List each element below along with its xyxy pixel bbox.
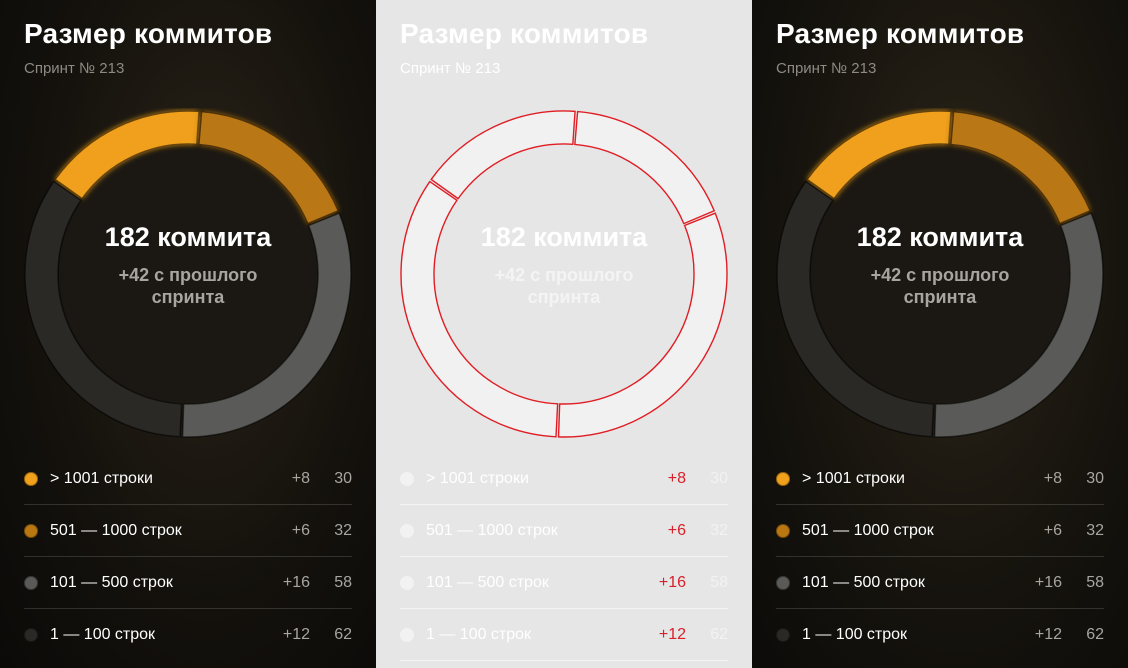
legend-label: > 1001 строки [50, 469, 153, 487]
legend-item: 1 — 100 строк +12 62 [400, 609, 728, 661]
chart-panel-dark-right: Размер коммитов Спринт № 213 182 коммита… [752, 0, 1128, 668]
legend-item: 501 — 1000 строк +6 32 [776, 505, 1104, 557]
legend-dot-icon [24, 471, 38, 486]
legend-item: 501 — 1000 строк +6 32 [24, 505, 352, 557]
total-delta: +42 с прошлого спринта [870, 264, 1010, 307]
legend-item: 1 — 100 строк +12 62 [776, 609, 1104, 661]
legend-delta: +8 [1043, 469, 1062, 487]
legend-item: 501 — 1000 строк +6 32 [400, 505, 728, 557]
donut-center: 182 коммита +42 с прошлого спринта [24, 108, 352, 440]
legend-count: 58 [334, 573, 352, 591]
legend-item: > 1001 строки +8 30 [776, 453, 1104, 505]
legend-label: 501 — 1000 строк [802, 521, 934, 539]
legend-item: 101 — 500 строк +16 58 [24, 557, 352, 609]
legend-dot-icon [400, 523, 414, 538]
chart-subtitle: Спринт № 213 [400, 60, 501, 77]
legend-dot-icon [24, 628, 38, 642]
chart-subtitle: Спринт № 213 [776, 60, 877, 77]
donut-center: 182 коммита +42 с прошлого спринта [400, 108, 728, 440]
legend-delta: +12 [658, 625, 686, 643]
legend-label: 101 — 500 строк [426, 573, 549, 591]
chart-panel-dark-left: Размер коммитов Спринт № 213 182 коммита… [0, 0, 376, 668]
legend-dot-icon [400, 471, 414, 486]
legend-item: 101 — 500 строк +16 58 [776, 557, 1104, 609]
legend-item: > 1001 строки +8 30 [24, 453, 352, 505]
legend-item: > 1001 строки +8 30 [400, 453, 728, 505]
legend-delta: +6 [1043, 521, 1062, 539]
total-delta: +42 с прошлого спринта [118, 264, 258, 307]
legend-count: 30 [710, 469, 728, 487]
legend-delta: +8 [667, 469, 686, 487]
donut-center: 182 коммита +42 с прошлого спринта [776, 108, 1104, 440]
legend-count: 58 [710, 573, 728, 591]
legend-delta: +8 [291, 469, 310, 487]
legend-delta: +12 [1034, 626, 1062, 643]
legend-label: 1 — 100 строк [426, 625, 532, 643]
chart-title: Размер коммитов [24, 18, 273, 49]
total-delta: +42 с прошлого спринта [494, 264, 634, 307]
legend: > 1001 строки +8 30 501 — 1000 строк +6 32 101… [24, 453, 352, 661]
legend-delta: +16 [1034, 573, 1062, 591]
legend-dot-icon [776, 628, 790, 642]
total-commits: 182 коммита [104, 221, 272, 252]
legend-delta: +6 [291, 521, 310, 539]
legend-count: 62 [710, 625, 728, 643]
legend-item: 101 — 500 строк +16 58 [400, 557, 728, 609]
legend-dot-icon [400, 627, 414, 642]
legend-label: 501 — 1000 строк [426, 521, 558, 539]
legend-count: 32 [334, 521, 352, 539]
legend: > 1001 строки +8 30 501 — 1000 строк +6 32 101… [776, 453, 1104, 661]
legend-dot-icon [400, 575, 414, 590]
legend-label: > 1001 строки [426, 469, 529, 487]
legend-label: 1 — 100 строк [802, 626, 908, 643]
total-commits: 182 коммита [480, 221, 648, 252]
chart-panel-light: Размер коммитов Спринт № 213 182 коммита… [376, 0, 752, 668]
legend-delta: +6 [667, 521, 686, 539]
legend: > 1001 строки +8 30 501 — 1000 строк +6 32 101… [400, 453, 728, 661]
legend-count: 62 [334, 626, 352, 643]
legend-count: 30 [1086, 469, 1104, 487]
legend-label: 101 — 500 строк [802, 573, 925, 591]
legend-count: 58 [1086, 573, 1104, 591]
legend-label: 1 — 100 строк [50, 626, 156, 643]
legend-dot-icon [24, 575, 38, 590]
legend-label: 501 — 1000 строк [50, 521, 182, 539]
legend-count: 32 [710, 521, 728, 539]
legend-count: 32 [1086, 521, 1104, 539]
legend-count: 30 [334, 469, 352, 487]
legend-item: 1 — 100 строк +12 62 [24, 609, 352, 661]
legend-delta: +16 [282, 573, 310, 591]
chart-subtitle: Спринт № 213 [24, 60, 125, 77]
legend-dot-icon [776, 523, 790, 538]
legend-label: > 1001 строки [802, 469, 905, 487]
legend-dot-icon [776, 471, 790, 486]
chart-title: Размер коммитов [400, 18, 649, 49]
legend-delta: +12 [282, 626, 310, 643]
legend-count: 62 [1086, 626, 1104, 643]
chart-title: Размер коммитов [776, 18, 1025, 49]
total-commits: 182 коммита [856, 221, 1024, 252]
legend-dot-icon [24, 523, 38, 538]
legend-delta: +16 [658, 573, 686, 591]
legend-dot-icon [776, 575, 790, 590]
legend-label: 101 — 500 строк [50, 573, 173, 591]
